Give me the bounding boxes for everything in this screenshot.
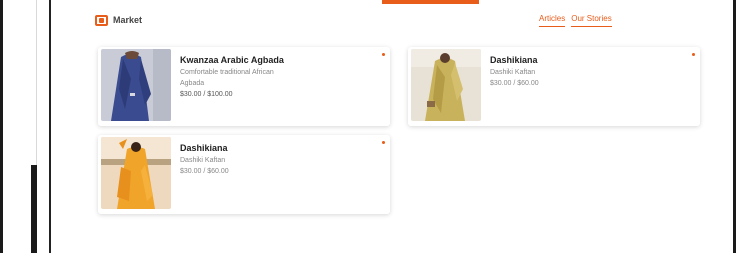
- sidebar: [3, 0, 37, 253]
- articles-link[interactable]: Articles: [539, 14, 566, 27]
- product-card[interactable]: Dashikiana Dashiki Kaftan $30.00 / $60.0…: [408, 47, 700, 126]
- product-price: $30.00 / $60.00: [180, 168, 229, 175]
- product-image: [411, 49, 481, 121]
- brand-label: Market: [113, 15, 143, 25]
- product-card[interactable]: Dashikiana Dashiki Kaftan $30.00 / $60.0…: [98, 135, 390, 214]
- product-description: Comfortable traditional African: [180, 69, 274, 76]
- card-menu-dot[interactable]: [692, 53, 695, 56]
- product-title: Dashikiana: [180, 143, 228, 153]
- product-description: Dashiki Kaftan: [180, 157, 226, 164]
- product-price: $30.00 / $60.00: [490, 80, 539, 87]
- product-price: $30.00 / $100.00: [180, 91, 233, 98]
- product-description-2: Agbada: [180, 80, 205, 87]
- product-image: [101, 49, 171, 121]
- market-icon: [95, 14, 108, 26]
- brand[interactable]: Market: [95, 12, 142, 28]
- card-menu-dot[interactable]: [382, 53, 385, 56]
- main-panel: Market Articles Our Stories Kwanzaa Arab…: [51, 0, 731, 253]
- product-title: Kwanzaa Arabic Agbada: [180, 55, 284, 65]
- header-links: Articles Our Stories: [539, 14, 612, 27]
- sidebar-scroll-shade: [31, 165, 37, 253]
- product-description: Dashiki Kaftan: [490, 69, 536, 76]
- active-tab-indicator: [382, 0, 479, 4]
- card-menu-dot[interactable]: [382, 141, 385, 144]
- product-title: Dashikiana: [490, 55, 538, 65]
- product-card[interactable]: Kwanzaa Arabic Agbada Comfortable tradit…: [98, 47, 390, 126]
- our-stories-link[interactable]: Our Stories: [571, 14, 612, 27]
- product-image: [101, 137, 171, 209]
